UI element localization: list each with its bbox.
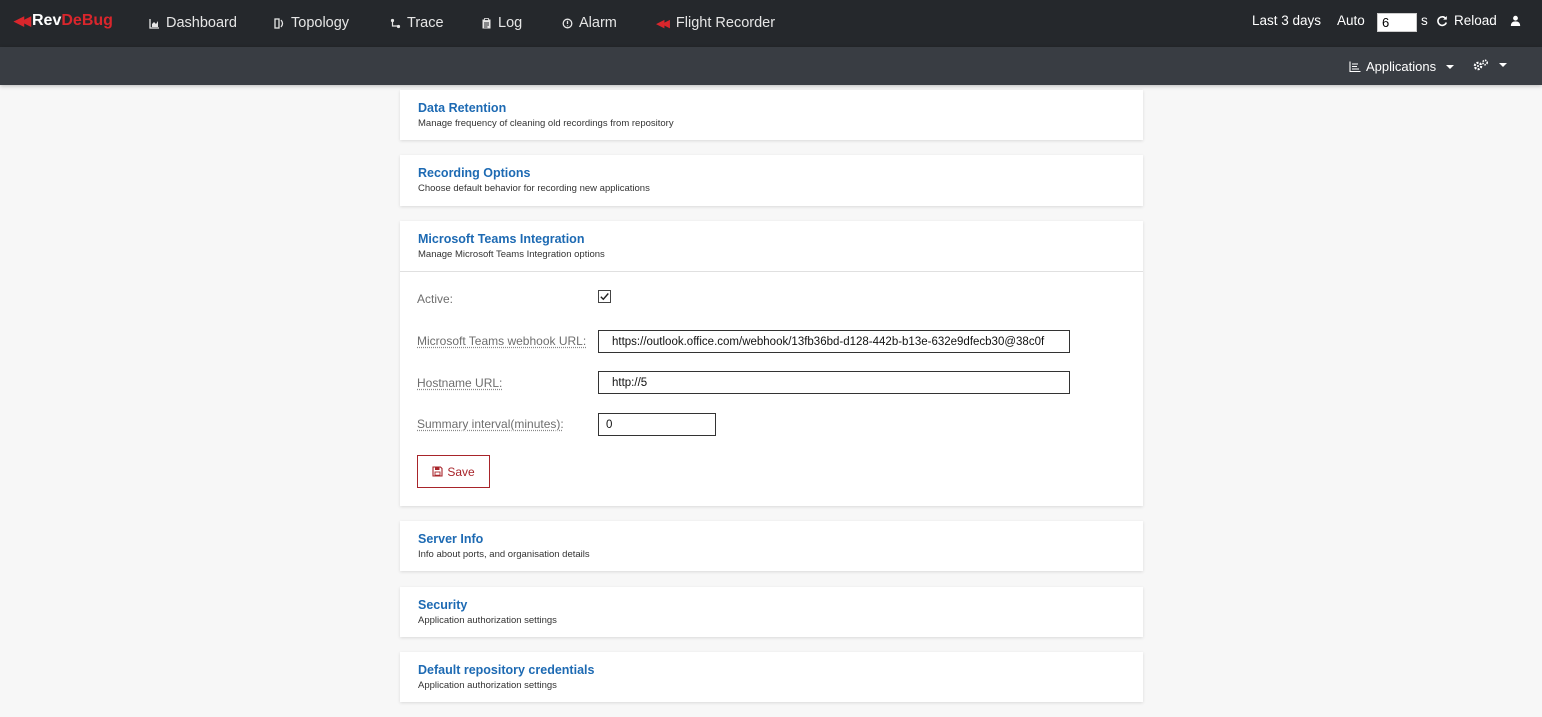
checkmark-icon xyxy=(600,293,609,301)
data-retention-header[interactable]: Data Retention Manage frequency of clean… xyxy=(400,90,1143,130)
trace-icon xyxy=(390,18,401,28)
time-range-selector[interactable]: Last 3 days xyxy=(1252,13,1321,28)
hostname-url-input[interactable] xyxy=(598,371,1070,394)
refresh-interval-input[interactable] xyxy=(1377,13,1417,32)
teams-integration-subtitle: Manage Microsoft Teams Integration optio… xyxy=(418,249,605,260)
repo-credentials-card[interactable]: Default repository credentials Applicati… xyxy=(400,652,1143,702)
repo-credentials-header[interactable]: Default repository credentials Applicati… xyxy=(400,652,1143,692)
topology-icon xyxy=(274,17,284,29)
rewind-icon: ◀◀ xyxy=(656,17,670,30)
applications-dropdown[interactable]: Applications xyxy=(1349,59,1455,74)
teams-integration-header[interactable]: Microsoft Teams Integration Manage Micro… xyxy=(400,221,1143,261)
recording-options-card[interactable]: Recording Options Choose default behavio… xyxy=(400,155,1143,206)
nav-topology-label: Topology xyxy=(291,15,350,31)
clipboard-icon xyxy=(482,17,491,28)
teams-integration-card: Microsoft Teams Integration Manage Micro… xyxy=(400,221,1143,506)
auto-label: Auto xyxy=(1337,13,1365,28)
rewind-icon: ◀◀ xyxy=(14,13,31,28)
time-range-label: Last 3 days xyxy=(1252,13,1322,28)
reload-icon xyxy=(1437,15,1448,26)
server-info-header[interactable]: Server Info Info about ports, and organi… xyxy=(400,521,1143,561)
repo-credentials-title: Default repository credentials xyxy=(418,663,595,677)
teams-integration-title: Microsoft Teams Integration xyxy=(418,232,585,246)
interval-unit: s xyxy=(1421,13,1428,28)
security-card[interactable]: Security Application authorization setti… xyxy=(400,587,1143,637)
top-navbar: ◀◀ Rev DeBug Dashboard Topology Trace Log… xyxy=(0,0,1542,47)
reload-button[interactable]: Reload xyxy=(1436,13,1497,28)
brand-name-debug: DeBug xyxy=(61,12,113,29)
nav-log-label: Log xyxy=(498,15,523,31)
alarm-icon xyxy=(562,18,573,28)
brand-logo[interactable]: ◀◀ Rev DeBug xyxy=(14,12,113,30)
nav-trace[interactable]: Trace xyxy=(390,15,444,31)
nav-alarm[interactable]: Alarm xyxy=(562,15,617,31)
save-button[interactable]: Save xyxy=(417,455,490,488)
area-chart-icon xyxy=(149,18,159,29)
secondary-toolbar: Applications xyxy=(0,47,1542,85)
hostname-url-label: Hostname URL: xyxy=(417,376,503,390)
active-checkbox[interactable] xyxy=(598,290,611,303)
nav-log[interactable]: Log xyxy=(481,15,522,31)
active-label: Active: xyxy=(417,292,454,306)
security-title: Security xyxy=(418,598,468,612)
nav-dashboard-label: Dashboard xyxy=(166,15,237,31)
brand-name-rev: Rev xyxy=(32,12,62,29)
settings-dropdown[interactable] xyxy=(1473,59,1507,71)
chevron-down-icon xyxy=(1446,64,1455,69)
recording-options-header[interactable]: Recording Options Choose default behavio… xyxy=(400,155,1143,195)
nav-dashboard[interactable]: Dashboard xyxy=(149,15,237,31)
data-retention-subtitle: Manage frequency of cleaning old recordi… xyxy=(418,118,674,129)
interval-unit-label: s xyxy=(1421,13,1428,28)
security-header[interactable]: Security Application authorization setti… xyxy=(400,587,1143,627)
server-info-subtitle: Info about ports, and organisation detai… xyxy=(418,549,590,560)
card-divider xyxy=(400,271,1143,272)
user-icon xyxy=(1510,15,1521,26)
chevron-down-icon xyxy=(1499,63,1507,67)
floppy-disk-icon xyxy=(432,466,443,477)
repo-credentials-subtitle: Application authorization settings xyxy=(418,680,557,691)
webhook-url-label: Microsoft Teams webhook URL: xyxy=(417,334,587,348)
webhook-url-input[interactable] xyxy=(598,330,1070,353)
recording-options-subtitle: Choose default behavior for recording ne… xyxy=(418,183,650,194)
nav-trace-label: Trace xyxy=(407,15,444,31)
gears-icon xyxy=(1473,59,1489,71)
save-label: Save xyxy=(447,464,475,479)
user-menu[interactable] xyxy=(1510,15,1521,26)
recording-options-title: Recording Options xyxy=(418,166,531,180)
data-retention-card[interactable]: Data Retention Manage frequency of clean… xyxy=(400,90,1143,140)
auto-refresh-toggle[interactable]: Auto xyxy=(1337,13,1365,28)
nav-flight-recorder-label: Flight Recorder xyxy=(675,15,776,31)
data-retention-title: Data Retention xyxy=(418,101,507,115)
nav-flight-recorder[interactable]: ◀◀ Flight Recorder xyxy=(656,15,775,31)
summary-interval-label: Summary interval(minutes): xyxy=(417,417,564,431)
nav-alarm-label: Alarm xyxy=(579,15,617,31)
reload-label: Reload xyxy=(1454,13,1497,28)
nav-topology[interactable]: Topology xyxy=(274,15,349,31)
list-chart-icon xyxy=(1349,61,1361,72)
applications-label: Applications xyxy=(1366,59,1437,74)
server-info-card[interactable]: Server Info Info about ports, and organi… xyxy=(400,521,1143,571)
server-info-title: Server Info xyxy=(418,532,484,546)
security-subtitle: Application authorization settings xyxy=(418,615,557,626)
summary-interval-input[interactable] xyxy=(598,413,716,436)
